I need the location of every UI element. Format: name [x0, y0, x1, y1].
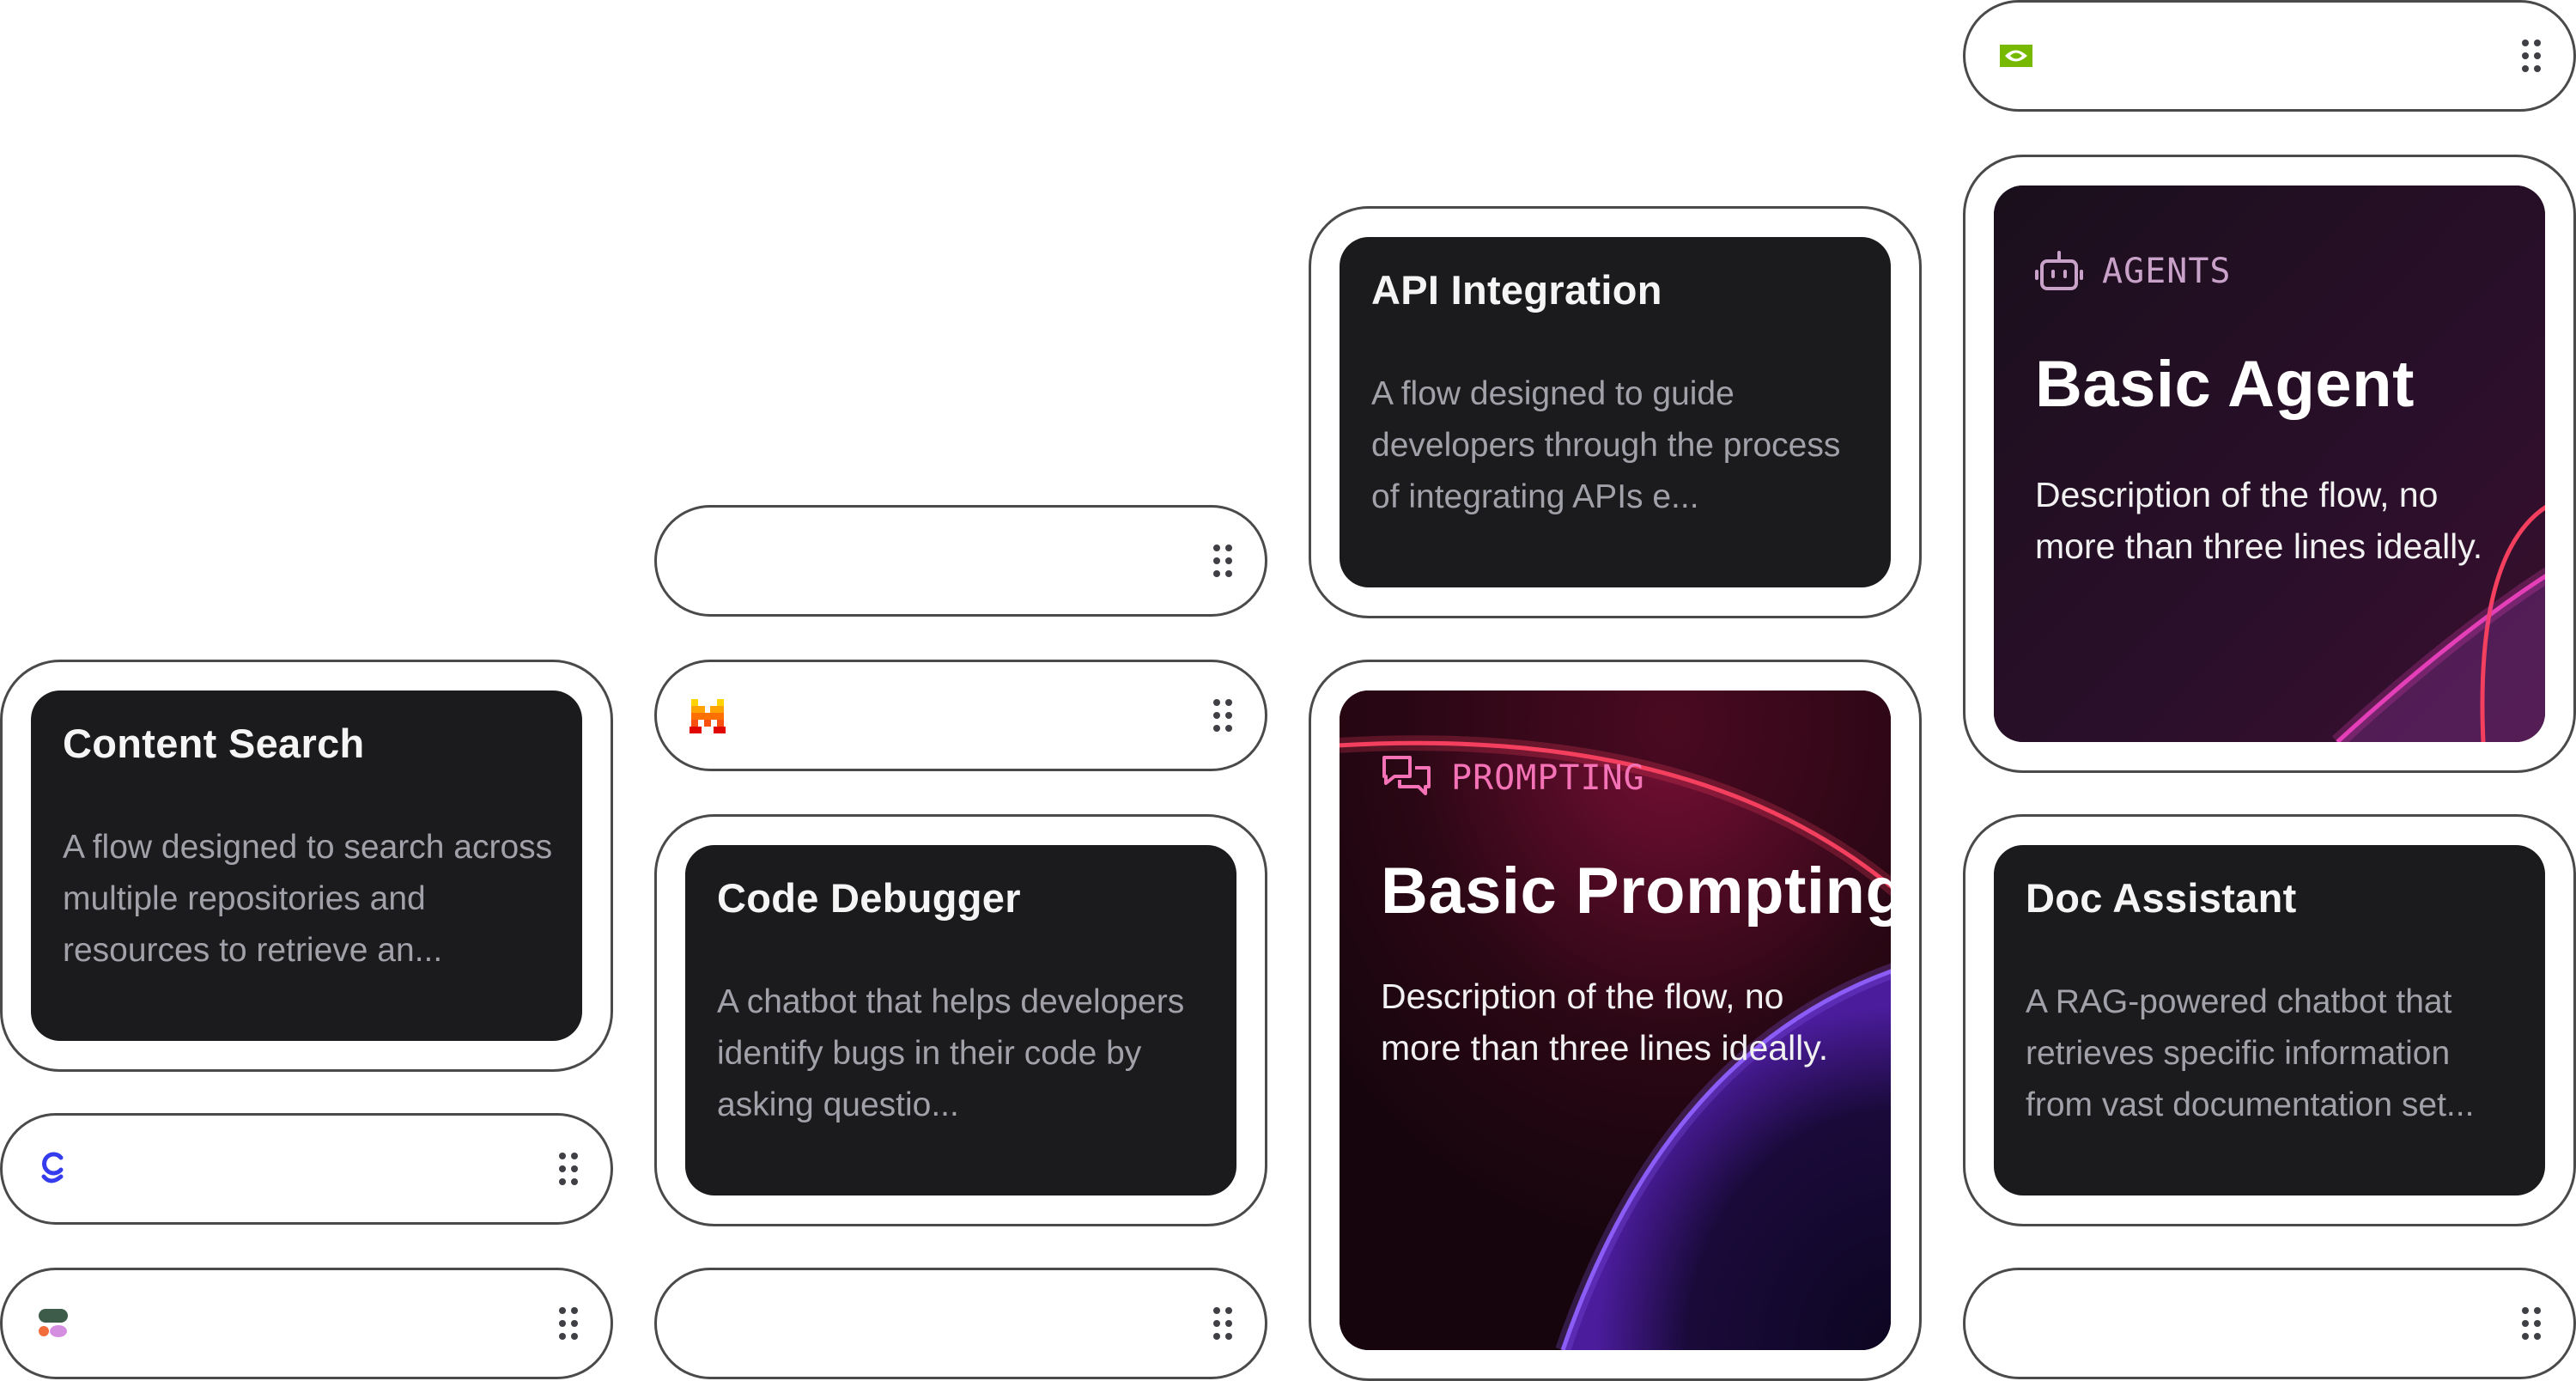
card-description: A chatbot that helps developers identify…	[717, 983, 1185, 1123]
category-label: AGENTS	[2035, 249, 2232, 294]
category-text: PROMPTING	[1451, 758, 1645, 798]
drag-handle-icon[interactable]	[1213, 544, 1232, 577]
card-title: Basic Prompting	[1381, 855, 1891, 928]
card-title: Content Search	[63, 721, 365, 766]
drag-handle-icon[interactable]	[559, 1307, 578, 1340]
basic-agent-card-frame[interactable]: AGENTS Basic Agent Description of the fl…	[1963, 155, 2576, 773]
content-search-card-frame[interactable]: Content Search A flow designed to search…	[0, 660, 613, 1072]
robot-icon	[2035, 251, 2083, 290]
card-title: Doc Assistant	[2026, 875, 2297, 921]
integration-pill-empty[interactable]	[1963, 1268, 2576, 1379]
api-integration-card-frame[interactable]: API Integration A flow designed to guide…	[1309, 206, 1922, 618]
integration-pill-empty[interactable]	[654, 505, 1267, 617]
integration-pill-mistral[interactable]	[654, 660, 1267, 771]
card-description: Description of the flow, no more than th…	[2035, 475, 2483, 566]
drag-handle-icon[interactable]	[559, 1153, 578, 1185]
doc-assistant-card[interactable]: Doc Assistant A RAG-powered chatbot that…	[1994, 845, 2545, 1195]
drag-handle-icon[interactable]	[2522, 40, 2541, 72]
integration-pill-empty[interactable]	[654, 1268, 1267, 1379]
mistral-logo-icon	[690, 699, 726, 733]
drag-handle-icon[interactable]	[1213, 1307, 1232, 1340]
card-description: A flow designed to search across multipl…	[63, 829, 553, 969]
card-title: Basic Agent	[2035, 348, 2415, 421]
card-title: API Integration	[1371, 267, 1662, 313]
drag-handle-icon[interactable]	[1213, 699, 1232, 732]
code-debugger-card-frame[interactable]: Code Debugger A chatbot that helps devel…	[654, 814, 1267, 1226]
basic-prompting-card[interactable]: PROMPTING Basic Prompting Description of…	[1340, 690, 1891, 1350]
nvidia-logo-icon	[2000, 45, 2032, 67]
integration-pill-glean[interactable]	[0, 1113, 613, 1225]
card-description: Description of the flow, no more than th…	[1381, 976, 1829, 1068]
category-label: PROMPTING	[1381, 754, 1645, 802]
code-debugger-card[interactable]: Code Debugger A chatbot that helps devel…	[685, 845, 1236, 1195]
chat-bubbles-icon	[1382, 756, 1431, 795]
content-search-card[interactable]: Content Search A flow designed to search…	[31, 690, 582, 1041]
basic-prompting-card-frame[interactable]: PROMPTING Basic Prompting Description of…	[1309, 660, 1922, 1381]
integration-pill-notion-blob[interactable]	[0, 1268, 613, 1379]
basic-agent-card[interactable]: AGENTS Basic Agent Description of the fl…	[1994, 186, 2545, 742]
integration-pill-nvidia[interactable]	[1963, 0, 2576, 112]
card-description: A RAG-powered chatbot that retrieves spe…	[2026, 983, 2475, 1123]
glean-logo-icon	[41, 1152, 64, 1183]
category-text: AGENTS	[2102, 252, 2232, 291]
card-description: A flow designed to guide developers thro…	[1371, 375, 1841, 515]
doc-assistant-card-frame[interactable]: Doc Assistant A RAG-powered chatbot that…	[1963, 814, 2576, 1226]
api-integration-card[interactable]: API Integration A flow designed to guide…	[1340, 237, 1891, 587]
drag-handle-icon[interactable]	[2522, 1307, 2541, 1340]
notion-blob-logo-icon	[39, 1309, 68, 1337]
card-title: Code Debugger	[717, 875, 1021, 921]
